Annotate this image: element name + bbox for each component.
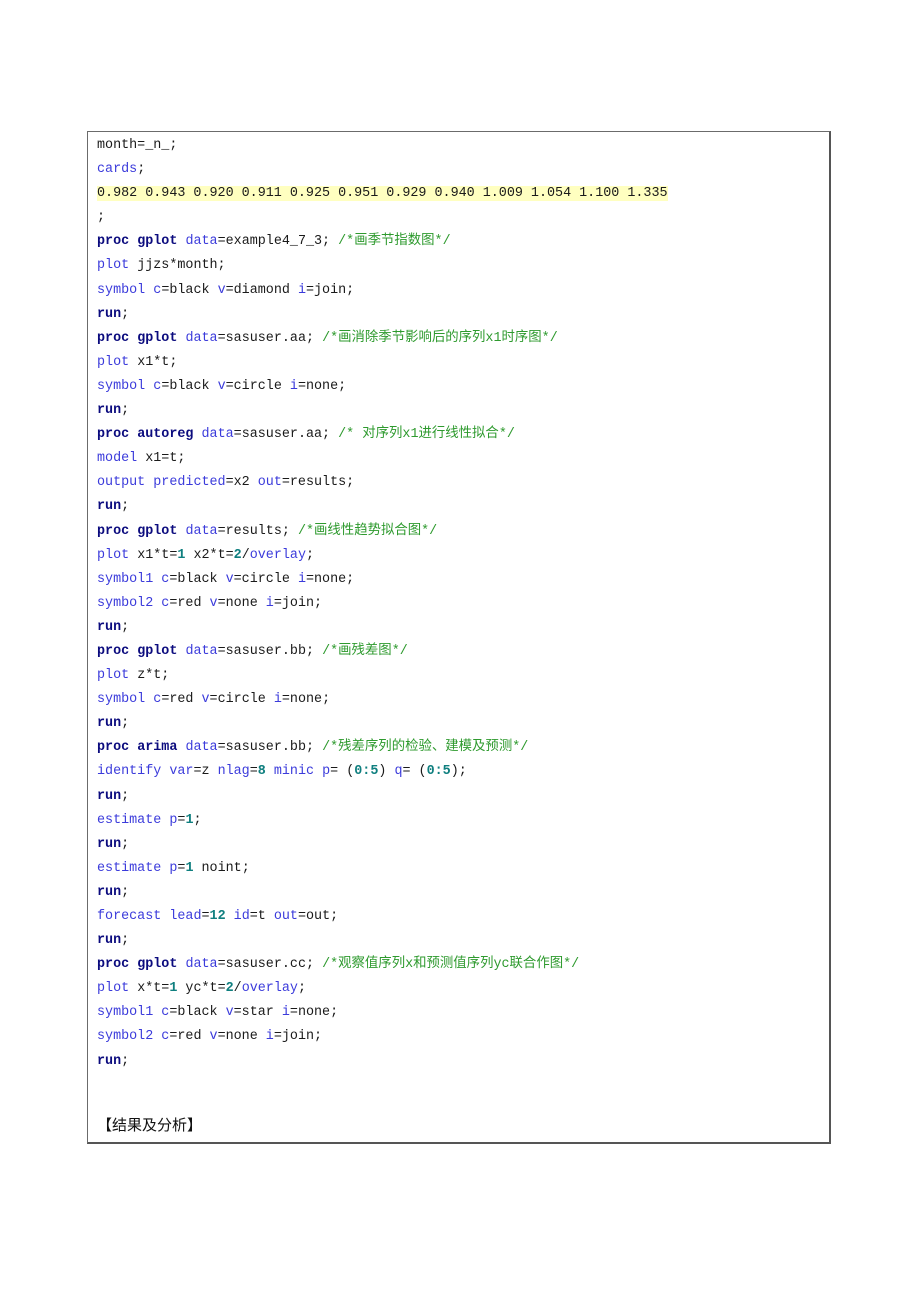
code-comment: /* 对序列x1进行线性拟合*/	[338, 427, 515, 443]
code-line: symbol c=red v=circle i=none;	[97, 692, 331, 708]
code-comment: /*观察值序列x和预测值序列yc联合作图*/	[322, 957, 580, 973]
code-line: symbol1 c=black v=star i=none;	[97, 1005, 339, 1021]
code-line: run;	[97, 716, 130, 732]
code-line: run;	[97, 306, 130, 322]
code-line: plot x*t=1 yc*t=2/overlay;	[97, 981, 306, 997]
code-line: cards;	[97, 162, 146, 178]
code-line: estimate p=1 noint;	[97, 860, 250, 876]
code-line: run;	[97, 933, 130, 949]
code-line: identify var=z nlag=8 minic p= (0:5) q= …	[97, 764, 467, 780]
code-line: symbol2 c=red v=none i=join;	[97, 1029, 323, 1045]
code-line: run;	[97, 788, 130, 804]
code-line: estimate p=1;	[97, 812, 202, 828]
code-comment: /*画消除季节影响后的序列x1时序图*/	[322, 330, 558, 346]
code-line: run;	[97, 619, 130, 635]
code-line: proc gplot data=sasuser.aa; /*画消除季节影响后的序…	[97, 330, 558, 346]
code-comment: /*画季节指数图*/	[338, 234, 451, 250]
code-line: ;	[97, 210, 106, 226]
code-comment: /*画残差图*/	[322, 643, 408, 659]
sas-code-block: month=_n_; cards; 0.982 0.943 0.920 0.91…	[97, 134, 825, 1074]
code-line: plot x1*t;	[97, 354, 178, 370]
code-line: proc gplot data=sasuser.bb; /*画残差图*/	[97, 643, 408, 659]
code-line: symbol2 c=red v=none i=join;	[97, 595, 323, 611]
code-line: proc gplot data=sasuser.cc; /*观察值序列x和预测值…	[97, 957, 580, 973]
code-line: model x1=t;	[97, 451, 186, 467]
results-analysis-heading: 【结果及分析】	[97, 1116, 203, 1134]
data-values-highlighted: 0.982 0.943 0.920 0.911 0.925 0.951 0.92…	[97, 186, 668, 202]
code-comment: /*画线性趋势拟合图*/	[297, 523, 438, 539]
code-line: month=_n_;	[97, 138, 178, 153]
code-line: proc arima data=sasuser.bb; /*残差序列的检验、建模…	[97, 740, 529, 756]
code-line: plot jjzs*month;	[97, 258, 226, 274]
code-line: output predicted=x2 out=results;	[97, 475, 355, 491]
code-line: run;	[97, 499, 130, 515]
code-line: run;	[97, 836, 130, 852]
code-line: run;	[97, 1053, 130, 1069]
code-line: run;	[97, 884, 130, 900]
code-comment: /*残差序列的检验、建模及预测*/	[322, 740, 529, 756]
code-line: proc gplot data=results; /*画线性趋势拟合图*/	[97, 523, 438, 539]
code-line: plot z*t;	[97, 668, 170, 684]
code-line: plot x1*t=1 x2*t=2/overlay;	[97, 547, 315, 563]
code-line: symbol c=black v=circle i=none;	[97, 378, 347, 394]
code-line: symbol1 c=black v=circle i=none;	[97, 571, 355, 587]
code-line: proc gplot data=example4_7_3; /*画季节指数图*/	[97, 234, 451, 250]
code-line: symbol c=black v=diamond i=join;	[97, 282, 355, 298]
code-line: run;	[97, 403, 130, 419]
code-table-cell: month=_n_; cards; 0.982 0.943 0.920 0.91…	[87, 131, 831, 1144]
code-line: forecast lead=12 id=t out=out;	[97, 909, 339, 924]
code-line: proc autoreg data=sasuser.aa; /* 对序列x1进行…	[97, 427, 515, 443]
code-line: 0.982 0.943 0.920 0.911 0.925 0.951 0.92…	[97, 182, 825, 206]
